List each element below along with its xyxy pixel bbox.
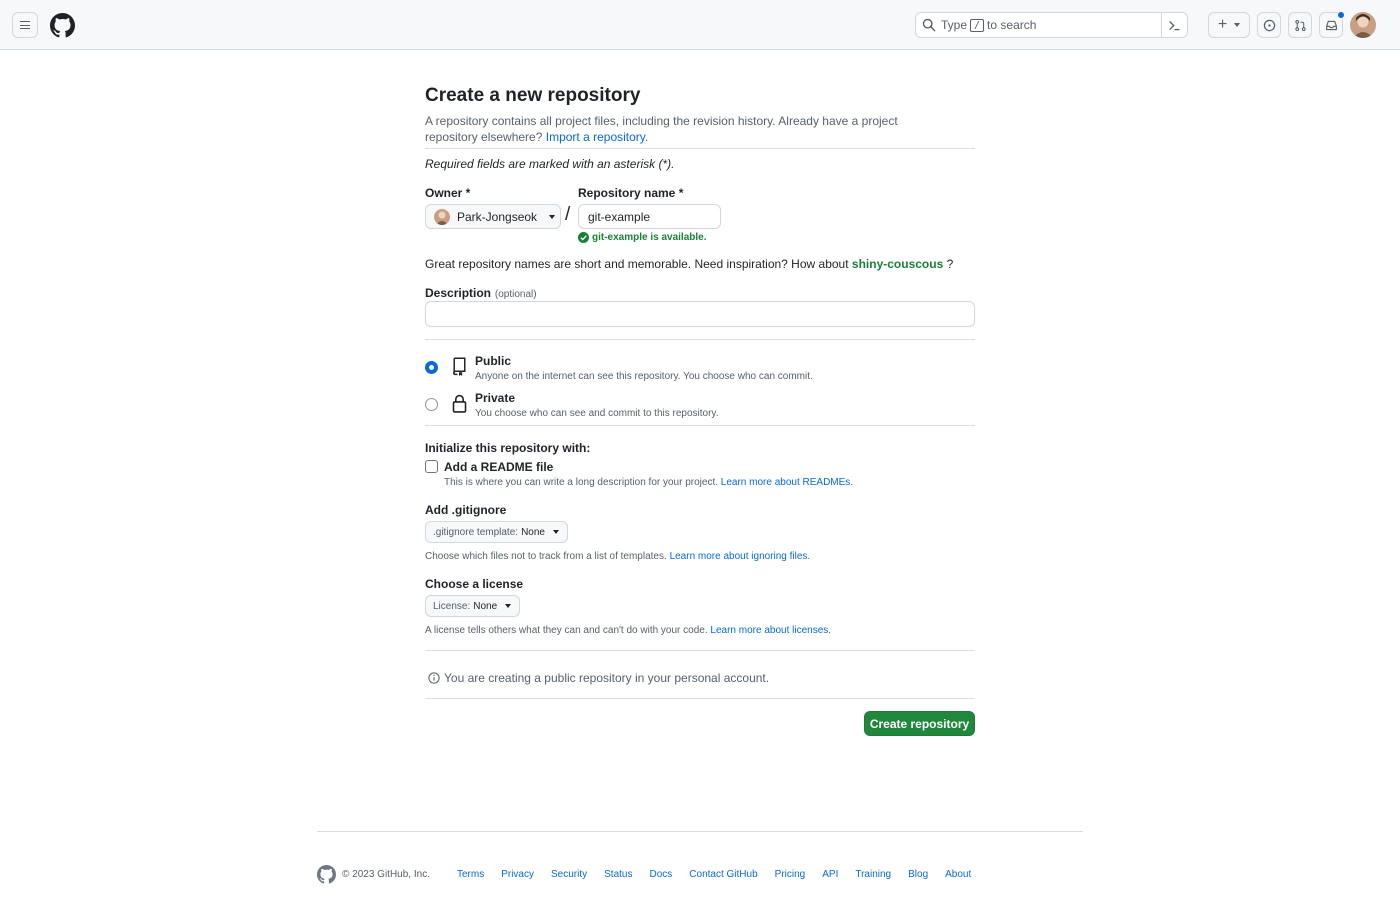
- description-label-row: Description (optional): [425, 284, 537, 300]
- github-logo-icon[interactable]: [50, 13, 75, 38]
- repository-name-input[interactable]: git-example: [578, 204, 721, 229]
- license-learn-more-link[interactable]: Learn more about licenses.: [710, 625, 831, 636]
- add-readme-checkbox[interactable]: [425, 460, 438, 473]
- divider: [425, 339, 975, 340]
- issues-button[interactable]: [1257, 12, 1281, 38]
- chevron-down-icon: [552, 530, 559, 534]
- inspiration-end: ?: [946, 257, 954, 271]
- new-repository-form: Create a new repository A repository con…: [425, 84, 975, 145]
- owner-avatar: [434, 208, 450, 225]
- footer-link-privacy[interactable]: Privacy: [501, 869, 534, 880]
- availability-message: git-example is available.: [578, 232, 707, 243]
- footer-link-security[interactable]: Security: [551, 869, 587, 880]
- public-option-title: Public: [475, 354, 512, 368]
- owner-repo-separator: /: [565, 204, 571, 225]
- page-subtitle: A repository contains all project files,…: [425, 113, 945, 145]
- add-readme-label[interactable]: Add a README file: [444, 460, 553, 474]
- gitignore-template-select[interactable]: .gitignore template: None: [425, 521, 568, 543]
- footer-link-terms[interactable]: Terms: [457, 869, 484, 880]
- initialize-label: Initialize this repository with:: [425, 441, 591, 455]
- footer-link-api[interactable]: API: [822, 869, 838, 880]
- owner-label: Owner *: [425, 186, 471, 200]
- repository-name-label: Repository name *: [578, 186, 684, 200]
- lock-icon: [452, 394, 467, 413]
- footer-copyright: © 2023 GitHub, Inc.: [342, 868, 430, 880]
- visibility-info: You are creating a public repository in …: [428, 671, 769, 685]
- license-select-value: None: [473, 600, 498, 612]
- footer-link-blog[interactable]: Blog: [908, 869, 928, 880]
- user-avatar[interactable]: [1350, 12, 1376, 38]
- visibility-info-text: You are creating a public repository in …: [444, 671, 770, 685]
- top-navbar: Type / to search +: [0, 0, 1400, 50]
- chevron-down-icon: [1234, 23, 1241, 27]
- name-inspiration: Great repository names are short and mem…: [425, 257, 953, 271]
- license-select-prefix: License:: [433, 600, 471, 612]
- readme-help: This is where you can write a long descr…: [444, 477, 853, 488]
- divider: [425, 698, 975, 699]
- gitignore-learn-more-link[interactable]: Learn more about ignoring files.: [670, 551, 811, 562]
- required-fields-note: Required fields are marked with an aster…: [425, 157, 675, 171]
- github-mark-icon[interactable]: [317, 864, 336, 884]
- search-icon: [922, 18, 936, 32]
- license-help-text: A license tells others what they can and…: [425, 625, 708, 636]
- footer-link-status[interactable]: Status: [604, 869, 632, 880]
- command-palette-icon[interactable]: [1161, 13, 1187, 37]
- public-radio[interactable]: [425, 361, 438, 374]
- footer-link-contact[interactable]: Contact GitHub: [689, 869, 757, 880]
- suggested-name-link[interactable]: shiny-couscous: [852, 257, 943, 271]
- divider: [425, 148, 975, 149]
- gitignore-label: Add .gitignore: [425, 503, 507, 517]
- description-input[interactable]: [425, 301, 975, 327]
- search-shortcut-key: /: [970, 18, 985, 32]
- owner-select-value: Park-Jongseok: [457, 209, 538, 224]
- footer: © 2023 GitHub, Inc. Terms Privacy Securi…: [317, 864, 1083, 884]
- description-label: Description: [425, 286, 492, 300]
- gitignore-select-prefix: .gitignore template:: [433, 526, 519, 538]
- chevron-down-icon: [505, 604, 512, 608]
- footer-link-docs[interactable]: Docs: [649, 869, 672, 880]
- private-radio[interactable]: [425, 398, 438, 411]
- footer-link-pricing[interactable]: Pricing: [775, 869, 806, 880]
- private-option-title: Private: [475, 391, 516, 405]
- public-option-description: Anyone on the internet can see this repo…: [475, 371, 813, 382]
- create-repository-button[interactable]: Create repository: [864, 711, 975, 736]
- owner-select[interactable]: Park-Jongseok: [425, 204, 561, 229]
- license-help: A license tells others what they can and…: [425, 625, 831, 636]
- import-repository-link[interactable]: Import a repository.: [546, 130, 648, 144]
- chevron-down-icon: [549, 214, 556, 219]
- hamburger-menu-icon[interactable]: [12, 12, 38, 38]
- search-placeholder-prefix: Type: [941, 18, 968, 32]
- footer-link-about[interactable]: About: [945, 869, 971, 880]
- create-new-button[interactable]: +: [1208, 12, 1250, 38]
- issue-opened-icon: [1263, 19, 1275, 31]
- pull-requests-button[interactable]: [1288, 12, 1312, 38]
- search-placeholder-suffix: to search: [987, 18, 1037, 32]
- gitignore-select-value: None: [521, 526, 545, 538]
- divider: [425, 425, 975, 426]
- availability-text: git-example is available.: [592, 232, 707, 243]
- unread-notification-dot: [1337, 11, 1345, 19]
- page-subtitle-text: A repository contains all project files,…: [425, 114, 898, 144]
- inbox-icon: [1325, 20, 1337, 30]
- license-select[interactable]: License: None: [425, 595, 521, 617]
- search-input[interactable]: Type / to search: [915, 12, 1188, 38]
- pull-request-icon: [1294, 19, 1306, 31]
- check-circle-icon: [578, 232, 589, 243]
- gitignore-help-text: Choose which files not to track from a l…: [425, 551, 667, 562]
- info-icon: [428, 672, 440, 684]
- inspiration-text: Great repository names are short and mem…: [425, 257, 849, 271]
- page-title: Create a new repository: [425, 85, 641, 106]
- private-option-description: You choose who can see and commit to thi…: [475, 408, 719, 419]
- footer-divider: [317, 831, 1083, 832]
- readme-help-text: This is where you can write a long descr…: [444, 477, 719, 488]
- repo-icon: [453, 357, 466, 376]
- description-optional: (optional): [494, 289, 537, 300]
- license-label: Choose a license: [425, 577, 524, 591]
- gitignore-help: Choose which files not to track from a l…: [425, 551, 810, 562]
- footer-link-training[interactable]: Training: [855, 869, 891, 880]
- plus-icon: +: [1217, 16, 1228, 33]
- footer-links: Terms Privacy Security Status Docs Conta…: [457, 869, 988, 880]
- readme-learn-more-link[interactable]: Learn more about READMEs.: [721, 477, 853, 488]
- divider: [425, 650, 975, 651]
